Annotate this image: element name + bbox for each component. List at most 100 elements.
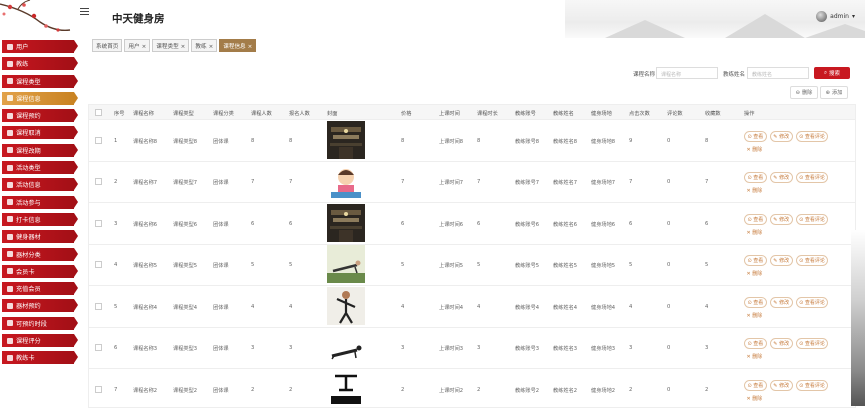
review-label: 查看评论 [804, 299, 825, 306]
tab[interactable]: 课程信息 × [219, 39, 257, 52]
sidebar-item[interactable]: 教练卡 [2, 351, 78, 365]
sidebar-item[interactable]: 活动参与 [2, 195, 78, 209]
sidebar-item[interactable]: 课程预约 [2, 109, 78, 123]
view-reviews-button[interactable]: ⊙ 查看评论 [795, 255, 829, 267]
cell-comments: 0 [667, 303, 671, 310]
edit-button[interactable]: ✎ 修改 [769, 255, 793, 267]
add-button[interactable]: ⊕ 添加 [820, 86, 848, 99]
top-header: 中天健身房 admin ▾ [0, 0, 865, 38]
search-bar: 课程名称 课程名称 教练姓名 教练姓名 ⌕ 搜索 [0, 66, 865, 82]
sidebar-item[interactable]: 课程评分 [2, 334, 78, 348]
view-reviews-button[interactable]: ⊙ 查看评论 [795, 130, 829, 142]
table-row: 5 课程名称4 课程类型4 团体课 4 4 4 上课时间4 4 教练账号4 教练姓名4 健身场地4 4 0… [89, 285, 855, 328]
cell-name: 课程名称3 [133, 346, 158, 353]
sidebar-item[interactable]: 课程信息 [2, 91, 78, 105]
delete-label: 删除 [752, 229, 763, 236]
search-button[interactable]: ⌕ 搜索 [814, 67, 850, 79]
row-delete-button[interactable]: ✕ 删除 [744, 186, 828, 195]
view-reviews-button[interactable]: ⊙ 查看评论 [795, 213, 829, 225]
delete-label: 删除 [752, 188, 763, 195]
sidebar-item[interactable]: 可预约时段 [2, 316, 78, 330]
tab[interactable]: 系统首页 [92, 39, 123, 52]
cell-favs: 3 [705, 345, 709, 352]
sidebar-item[interactable]: 活动信息 [2, 178, 78, 192]
sidebar-item[interactable]: 活动类型 [2, 161, 78, 175]
view-button[interactable]: ⊙ 查看 [744, 213, 767, 225]
edit-button[interactable]: ✎ 修改 [769, 130, 793, 142]
cell-venue: 健身场地2 [591, 387, 616, 394]
sidebar-item-label: 会员卡 [16, 268, 35, 276]
view-button[interactable]: ⊙ 查看 [744, 296, 767, 308]
search-icon: ⌕ [823, 69, 828, 76]
calendar-icon [7, 112, 13, 119]
cell-clicks: 2 [629, 386, 633, 393]
close-icon[interactable]: × [209, 44, 214, 50]
sidebar-item[interactable]: 会员卡 [2, 264, 78, 278]
cell-cls: 团体课 [213, 221, 229, 228]
cell-dur: 7 [477, 179, 481, 186]
edit-button[interactable]: ✎ 修改 [769, 379, 793, 391]
sidebar-item[interactable]: 器材分类 [2, 247, 78, 261]
row-delete-button[interactable]: ✕ 删除 [744, 311, 828, 320]
view-reviews-button[interactable]: ⊙ 查看评论 [795, 296, 829, 308]
edit-button[interactable]: ✎ 修改 [769, 172, 793, 184]
hamburger-menu-icon[interactable] [80, 6, 89, 17]
row-delete-button[interactable]: ✕ 删除 [744, 228, 828, 237]
close-icon[interactable]: × [142, 44, 147, 50]
close-icon[interactable]: × [248, 44, 253, 50]
tab[interactable]: 用户 × [124, 39, 151, 52]
cell-acct: 教练账号8 [515, 138, 540, 145]
row-delete-button[interactable]: ✕ 删除 [744, 394, 828, 403]
cell-clicks: 6 [629, 220, 633, 227]
row-checkbox[interactable] [95, 302, 102, 310]
sidebar-item[interactable]: 用户 [2, 40, 78, 53]
view-button[interactable]: ⊙ 查看 [744, 255, 767, 267]
row-checkbox[interactable] [95, 385, 102, 393]
sidebar-item[interactable]: 充值会员 [2, 282, 78, 296]
row-actions: ⊙ 查看 ✎ 修改 ⊙ 查看评论 ✕ 删除 [744, 172, 831, 195]
cell-acct: 教练账号3 [515, 346, 540, 353]
view-reviews-button[interactable]: ⊙ 查看评论 [795, 379, 829, 391]
sidebar-item[interactable]: 健身器材 [2, 230, 78, 244]
view-button[interactable]: ⊙ 查看 [744, 338, 767, 350]
row-delete-button[interactable]: ✕ 删除 [744, 145, 828, 154]
row-checkbox[interactable] [95, 219, 102, 227]
table-row: 1 课程名称8 课程类型8 团体课 8 8 8 上课时间8 8 教练账号8 教练姓名8 健身场地8 9 0… [89, 119, 855, 162]
view-reviews-button[interactable]: ⊙ 查看评论 [795, 338, 829, 350]
row-checkbox[interactable] [95, 136, 102, 144]
row-delete-button[interactable]: ✕ 删除 [744, 269, 828, 278]
sidebar-item[interactable]: 课程改期 [2, 143, 78, 157]
sidebar-item[interactable]: 器材预约 [2, 299, 78, 313]
course-name-input[interactable]: 课程名称 [656, 67, 718, 79]
row-actions: ⊙ 查看 ✎ 修改 ⊙ 查看评论 ✕ 删除 [744, 296, 831, 320]
sidebar-item[interactable]: 课程取消 [2, 126, 78, 140]
tab[interactable]: 教练 × [191, 39, 218, 52]
edit-button[interactable]: ✎ 修改 [769, 338, 793, 350]
edit-button[interactable]: ✎ 修改 [769, 213, 793, 225]
view-button[interactable]: ⊙ 查看 [744, 130, 767, 142]
close-icon[interactable]: × [181, 44, 186, 50]
review-label: 查看评论 [804, 133, 825, 140]
cell-time: 上课时间8 [439, 138, 464, 145]
edit-button[interactable]: ✎ 修改 [769, 296, 793, 308]
cell-clicks: 3 [629, 345, 633, 352]
row-checkbox[interactable] [95, 344, 102, 352]
view-button[interactable]: ⊙ 查看 [744, 172, 767, 184]
row-checkbox[interactable] [95, 261, 102, 269]
view-reviews-button[interactable]: ⊙ 查看评论 [795, 172, 829, 184]
delete-button[interactable]: ⊖ 删除 [790, 86, 818, 99]
cell-cap: 3 [251, 345, 255, 352]
coach-name-input[interactable]: 教练姓名 [747, 67, 809, 79]
row-delete-button[interactable]: ✕ 删除 [744, 352, 828, 361]
user-menu[interactable]: admin ▾ [816, 11, 855, 22]
tab-label: 系统首页 [96, 43, 119, 50]
sidebar-item[interactable]: 打卡信息 [2, 212, 78, 226]
tab[interactable]: 课程类型 × [152, 39, 190, 52]
cell-comments: 0 [667, 137, 671, 144]
select-all-checkbox[interactable] [95, 109, 102, 116]
view-button[interactable]: ⊙ 查看 [744, 379, 767, 391]
activity-type-icon [7, 164, 13, 171]
row-checkbox[interactable] [95, 178, 102, 186]
rating-icon [7, 337, 13, 344]
column-header: 课程类型 [173, 111, 194, 117]
